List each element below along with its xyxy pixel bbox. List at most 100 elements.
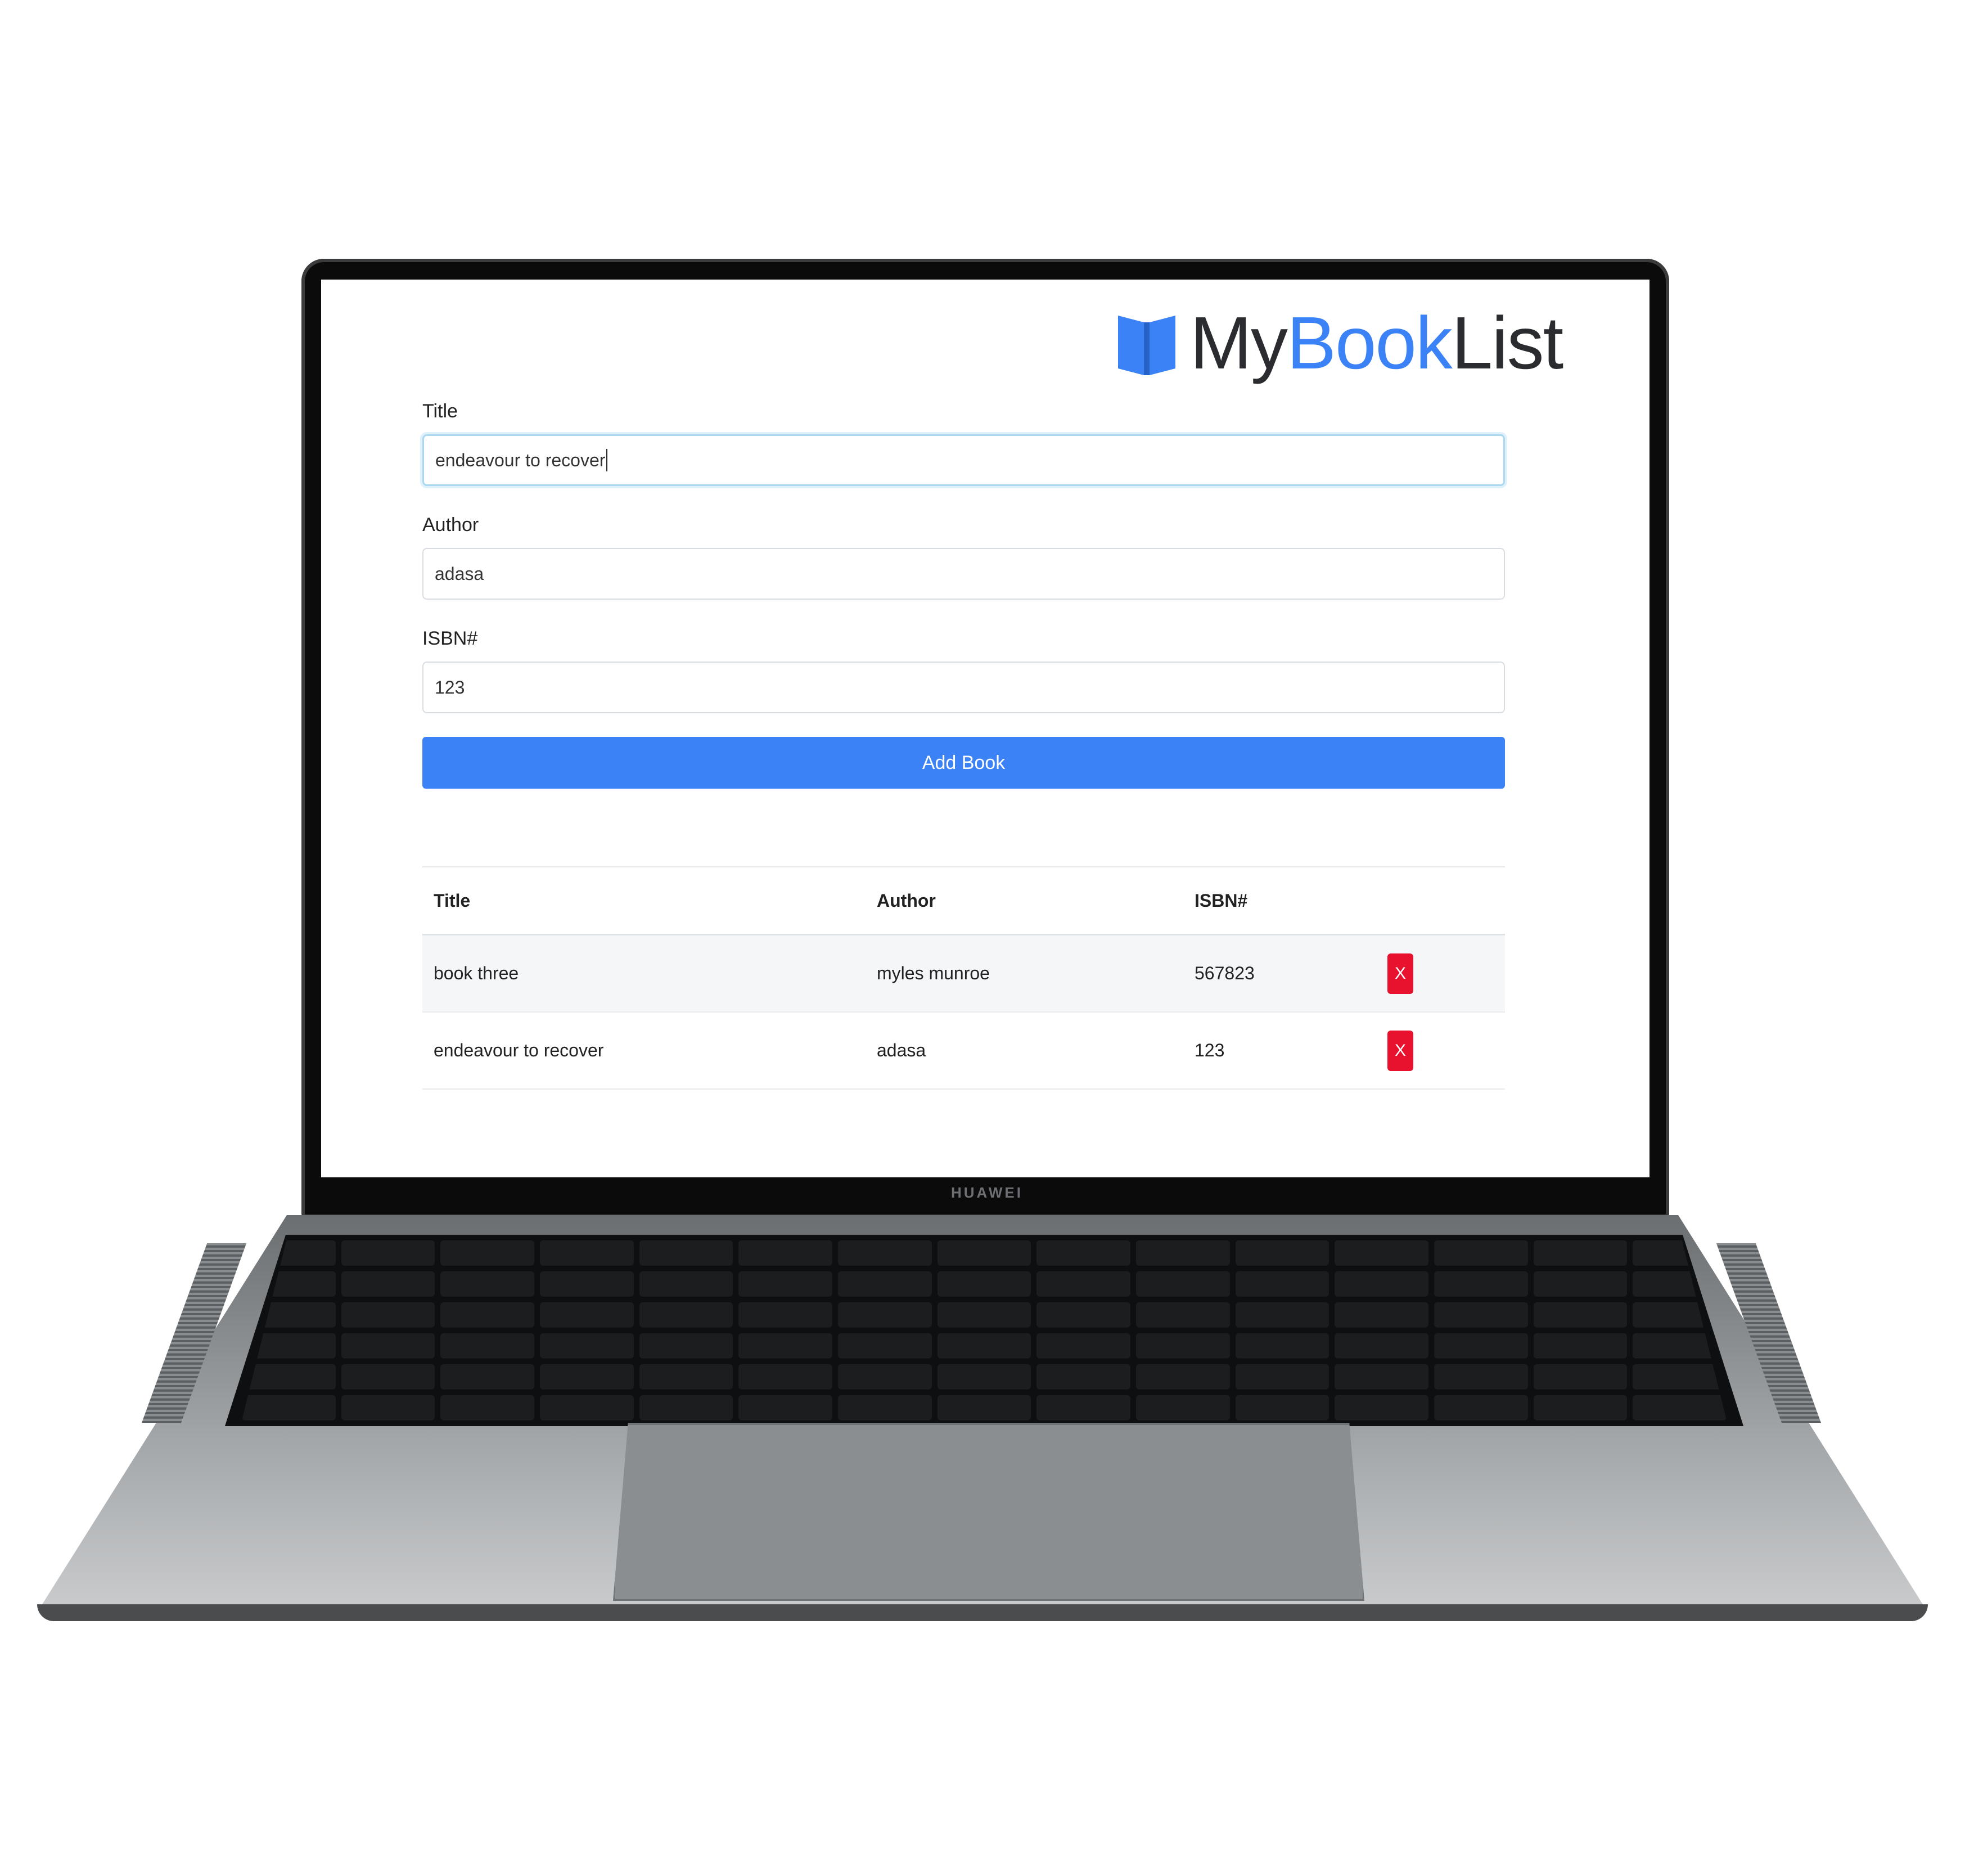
- author-input-value: adasa: [435, 563, 484, 584]
- keyboard-key: [1633, 1395, 1727, 1420]
- keyboard-key: [1136, 1364, 1230, 1389]
- keyboard-key: [1136, 1302, 1230, 1328]
- column-header-actions: [1376, 867, 1505, 935]
- keyboard-key: [838, 1271, 932, 1297]
- keyboard-key: [639, 1395, 733, 1420]
- keyboard-key: [540, 1302, 634, 1328]
- app-title-prefix: My: [1190, 302, 1288, 384]
- keyboard-key: [1235, 1271, 1329, 1297]
- keyboard-key: [440, 1240, 534, 1266]
- cell-isbn: 123: [1183, 1012, 1376, 1090]
- keyboard-key: [639, 1333, 733, 1358]
- keyboard-key: [937, 1302, 1031, 1328]
- keyboard-key: [341, 1364, 435, 1389]
- keyboard-key: [838, 1302, 932, 1328]
- app-title: MyBookList: [1190, 306, 1563, 380]
- keyboard-key: [838, 1240, 932, 1266]
- keyboard-key: [738, 1302, 832, 1328]
- title-input-value: endeavour to recover: [435, 449, 606, 470]
- keyboard-key: [1533, 1395, 1628, 1420]
- keyboard-key: [440, 1364, 534, 1389]
- keyboard-key: [1335, 1271, 1428, 1297]
- keyboard-key: [1533, 1364, 1628, 1389]
- keyboard-key: [440, 1302, 534, 1328]
- keyboard-key: [1533, 1302, 1628, 1328]
- app-title-suffix: List: [1451, 302, 1563, 384]
- add-book-button[interactable]: Add Book: [422, 737, 1505, 789]
- cell-title: book three: [422, 934, 866, 1013]
- cell-actions: X: [1376, 1012, 1505, 1090]
- table-row: endeavour to recover adasa 123 X: [422, 1012, 1505, 1090]
- cell-isbn: 567823: [1183, 934, 1376, 1013]
- keyboard-key: [1533, 1333, 1628, 1358]
- keyboard-key: [1434, 1271, 1528, 1297]
- delete-book-button[interactable]: X: [1387, 1030, 1413, 1071]
- keyboard-key: [1036, 1240, 1130, 1266]
- add-book-form: Title endeavour to recover Author adasa …: [422, 401, 1505, 789]
- keyboard-key: [1136, 1333, 1230, 1358]
- keyboard-key: [341, 1395, 435, 1420]
- keyboard-key: [1335, 1395, 1428, 1420]
- column-header-author: Author: [866, 867, 1183, 935]
- column-header-isbn: ISBN#: [1183, 867, 1376, 935]
- keyboard-key: [1434, 1240, 1528, 1266]
- keyboard-key: [1235, 1302, 1329, 1328]
- keyboard-key: [639, 1302, 733, 1328]
- keyboard-key: [639, 1271, 733, 1297]
- keyboard-key: [738, 1364, 832, 1389]
- keyboard-key: [1235, 1240, 1329, 1266]
- book-list-table: Title Author ISBN# book three myles munr…: [422, 866, 1505, 1090]
- keyboard-key: [540, 1271, 634, 1297]
- keyboard-key: [440, 1395, 534, 1420]
- column-header-title: Title: [422, 867, 866, 935]
- keyboard-key: [639, 1364, 733, 1389]
- keyboard-key: [440, 1333, 534, 1358]
- keyboard-key: [1434, 1302, 1528, 1328]
- keyboard-key: [1036, 1271, 1130, 1297]
- keyboard-key: [1335, 1240, 1428, 1266]
- keyboard-key: [341, 1240, 435, 1266]
- keyboard-key: [1434, 1395, 1528, 1420]
- keyboard-key: [540, 1364, 634, 1389]
- keyboard-key: [1335, 1364, 1428, 1389]
- keyboard-key: [1235, 1364, 1329, 1389]
- keyboard-key: [242, 1395, 336, 1420]
- keyboard-key: [937, 1333, 1031, 1358]
- keyboard-key: [1235, 1395, 1329, 1420]
- keyboard-key: [1136, 1240, 1230, 1266]
- keyboard-key: [341, 1302, 435, 1328]
- keyboard-key: [1335, 1302, 1428, 1328]
- isbn-input-value: 123: [435, 677, 465, 698]
- keyboard-key: [1036, 1395, 1130, 1420]
- app-screen: MyBookList Title endeavour to recover Au…: [321, 280, 1649, 1177]
- cell-author: myles munroe: [866, 934, 1183, 1013]
- laptop-base-edge: [37, 1604, 1928, 1621]
- keyboard-key: [937, 1364, 1031, 1389]
- keyboard-key: [1036, 1302, 1130, 1328]
- keyboard-key: [1633, 1364, 1727, 1389]
- text-caret: [606, 449, 608, 471]
- keyboard-key: [738, 1240, 832, 1266]
- title-label: Title: [422, 401, 458, 422]
- keyboard-key: [540, 1333, 634, 1358]
- keyboard-key: [738, 1271, 832, 1297]
- keyboard-key: [738, 1395, 832, 1420]
- isbn-label: ISBN#: [422, 628, 478, 649]
- keyboard-key: [1434, 1333, 1528, 1358]
- app-title-accent: Book: [1286, 302, 1453, 384]
- touchpad: [613, 1423, 1364, 1601]
- keyboard-key: [440, 1271, 534, 1297]
- keyboard-key: [838, 1395, 932, 1420]
- title-input[interactable]: endeavour to recover: [422, 434, 1505, 486]
- author-input[interactable]: adasa: [422, 548, 1505, 600]
- keyboard-key: [937, 1395, 1031, 1420]
- delete-book-button[interactable]: X: [1387, 953, 1413, 994]
- book-open-icon: [1118, 316, 1175, 375]
- keyboard-key: [1136, 1271, 1230, 1297]
- laptop-brand-label: HUAWEI: [951, 1184, 1023, 1201]
- keyboard-key: [1036, 1364, 1130, 1389]
- keyboard-key: [1235, 1333, 1329, 1358]
- cell-actions: X: [1376, 934, 1505, 1013]
- keyboard-key: [341, 1333, 435, 1358]
- isbn-input[interactable]: 123: [422, 662, 1505, 713]
